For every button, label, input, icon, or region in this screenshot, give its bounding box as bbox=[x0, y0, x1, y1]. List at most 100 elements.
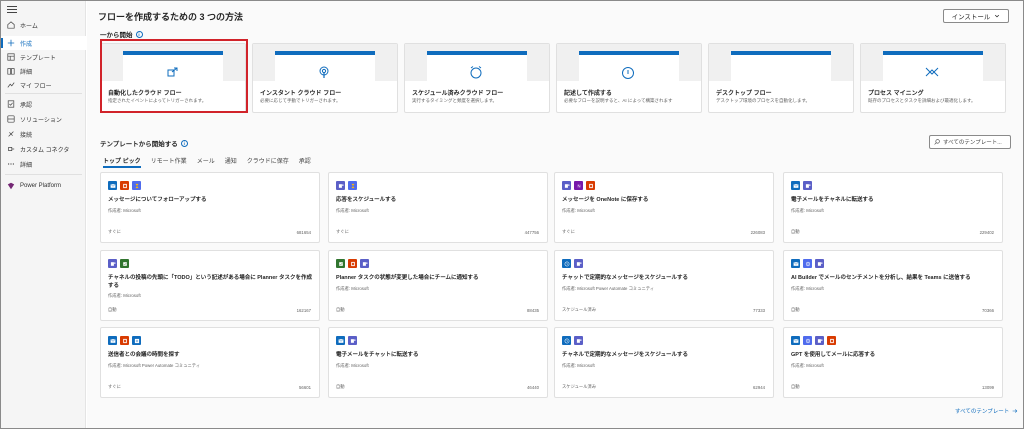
template-card[interactable]: N メッセージを OneNote に保存する 作成者: Microsoft すぐに 22… bbox=[554, 172, 774, 243]
flow-card-illustration bbox=[405, 44, 549, 83]
template-title: Planner タスクの状態が変更した場合にチームに通知する bbox=[336, 275, 479, 281]
sidebar-item-5[interactable]: 承認 bbox=[1, 97, 86, 111]
info-icon[interactable]: i bbox=[180, 139, 188, 147]
connector-icons bbox=[336, 336, 357, 345]
sidebar-item-8[interactable]: カスタム コネクタ bbox=[1, 142, 86, 156]
sidebar-item-6[interactable]: ソリューション bbox=[1, 112, 86, 126]
flow-type-card[interactable]: デスクトップ フロー デスクトップ環境のプロセスを自動化します。 bbox=[708, 43, 854, 113]
plus-icon bbox=[7, 39, 15, 47]
template-card[interactable]: AI Builder でメールのセンチメントを分析し、結果を Teams に送信… bbox=[783, 250, 1003, 321]
sidebar-item-label: 詳細 bbox=[20, 69, 33, 76]
template-trigger-type: 自動 bbox=[336, 384, 345, 389]
hourglass-icon bbox=[132, 181, 141, 190]
template-author: 作成者: Microsoft bbox=[336, 208, 369, 213]
sidebar-item-7[interactable]: 接続 bbox=[1, 127, 86, 141]
see-all-templates-link[interactable]: すべてのテンプレート bbox=[955, 407, 1018, 415]
template-usage-count: 681654 bbox=[296, 230, 311, 235]
template-card[interactable]: チャットで定期的なメッセージをスケジュールする 作成者: Microsoft Po… bbox=[554, 250, 774, 321]
template-title: 応答をスケジュールする bbox=[336, 197, 397, 203]
info-icon[interactable]: i bbox=[135, 30, 143, 38]
sidebar-item-2[interactable]: テンプレート bbox=[1, 50, 86, 64]
template-search-box[interactable]: すべてのテンプレート... bbox=[929, 135, 1011, 149]
outlook-icon bbox=[791, 259, 800, 268]
approval-icon bbox=[7, 100, 15, 108]
template-author: 作成者: Microsoft Power Automate コミュニティ bbox=[562, 286, 655, 291]
tab-5[interactable]: 承認 bbox=[299, 156, 311, 168]
flow-card-illustration bbox=[557, 44, 701, 83]
sidebar-item-label: ホーム bbox=[20, 23, 38, 30]
template-author: 作成者: Microsoft bbox=[336, 363, 369, 368]
template-icon bbox=[7, 53, 15, 61]
flow-card-illustration bbox=[709, 44, 853, 83]
template-title: チャットで定期的なメッセージをスケジュールする bbox=[562, 275, 688, 281]
outlook-icon bbox=[108, 181, 117, 190]
book-icon bbox=[7, 67, 15, 75]
tab-0[interactable]: トップ ピック bbox=[103, 156, 141, 168]
flow-card-description: 実行するタイミングと頻度を選択します。 bbox=[412, 98, 498, 103]
template-title: AI Builder でメールのセンチメントを分析し、結果を Teams に送信… bbox=[791, 275, 971, 281]
template-usage-count: 56601 bbox=[299, 385, 311, 390]
template-card[interactable]: 電子メールをチャットに転送する 作成者: Microsoft 自動 46440 bbox=[328, 327, 548, 398]
search-placeholder: すべてのテンプレート... bbox=[943, 140, 1002, 146]
connector-icon bbox=[7, 145, 15, 153]
install-button[interactable]: インストール bbox=[943, 9, 1009, 23]
template-author: 作成者: Microsoft bbox=[108, 293, 141, 298]
flow-type-card[interactable]: 記述して作成する 必要なフローを説明すると、AI によって構築されます bbox=[556, 43, 702, 113]
flow-card-title: スケジュール済みクラウド フロー bbox=[412, 91, 504, 97]
flow-type-card[interactable]: プロセス マイニング 既存のプロセスとタスクを詳細および最適化します。 bbox=[860, 43, 1006, 113]
template-trigger-type: すぐに bbox=[108, 384, 121, 389]
sidebar-item-0[interactable]: ホーム bbox=[1, 18, 86, 32]
flow-type-card[interactable]: スケジュール済みクラウド フロー 実行するタイミングと頻度を選択します。 bbox=[404, 43, 550, 113]
office-icon bbox=[120, 336, 129, 345]
template-card[interactable]: チャネルで定期的なメッセージをスケジュールする 作成者: Microsoft スケジ… bbox=[554, 327, 774, 398]
sidebar-item-1[interactable]: 作成 bbox=[1, 36, 86, 50]
template-card[interactable]: 送信者との会議の時間を探す 作成者: Microsoft Power Automa… bbox=[100, 327, 320, 398]
sidebar-item-9[interactable]: 詳細 bbox=[1, 157, 86, 171]
sidebar-item-label: Power Platform bbox=[20, 183, 62, 189]
alarm-icon bbox=[470, 66, 482, 79]
connector-icons bbox=[791, 181, 812, 190]
template-card[interactable]: 応答をスケジュールする 作成者: Microsoft すぐに 447756 bbox=[328, 172, 548, 243]
template-author: 作成者: Microsoft bbox=[336, 286, 369, 291]
office-icon bbox=[827, 336, 836, 345]
tab-1[interactable]: リモート作業 bbox=[151, 156, 187, 168]
connector-icons bbox=[791, 259, 824, 268]
template-trigger-type: すぐに bbox=[336, 229, 349, 234]
template-trigger-type: 自動 bbox=[791, 384, 800, 389]
template-trigger-type: スケジュール済み bbox=[562, 307, 597, 312]
teams-icon bbox=[336, 181, 345, 190]
tab-4[interactable]: クラウドに保存 bbox=[247, 156, 289, 168]
template-card[interactable]: メッセージについてフォローアップする 作成者: Microsoft すぐに 68165… bbox=[100, 172, 320, 243]
template-tabs: トップ ピック リモート作業 メール 通知 クラウドに保存 承認 bbox=[103, 156, 311, 168]
connector-icons bbox=[336, 181, 357, 190]
template-author: 作成者: Microsoft bbox=[108, 208, 141, 213]
flow-type-card[interactable]: インスタント クラウド フロー 必要に応じて手動でトリガーされます。 bbox=[252, 43, 398, 113]
sidebar-item-3[interactable]: 詳細 bbox=[1, 64, 86, 78]
template-card[interactable]: GPT を使用してメールに応答する 作成者: Microsoft 自動 13099 bbox=[783, 327, 1003, 398]
template-author: 作成者: Microsoft bbox=[562, 363, 595, 368]
template-card[interactable]: チャネルの投稿の先頭に「TODO」という記述がある場合に Planner タスク… bbox=[100, 250, 320, 321]
flow-card-description: 必要に応じて手動でトリガーされます。 bbox=[260, 98, 341, 103]
highlight-box bbox=[100, 39, 248, 113]
sidebar-item-label: カスタム コネクタ bbox=[20, 147, 70, 154]
tab-2[interactable]: メール bbox=[197, 156, 215, 168]
planner-icon bbox=[336, 259, 345, 268]
template-card[interactable]: 電子メールをチャネルに転送する 作成者: Microsoft 自動 229402 bbox=[783, 172, 1003, 243]
teams-icon bbox=[360, 259, 369, 268]
ai-icon bbox=[622, 67, 634, 79]
template-card[interactable]: Planner タスクの状態が変更した場合にチームに通知する 作成者: Micro… bbox=[328, 250, 548, 321]
template-usage-count: 46440 bbox=[527, 385, 539, 390]
flow-card-title: インスタント クラウド フロー bbox=[260, 91, 342, 97]
start-section-label: 一から開始 bbox=[100, 32, 133, 39]
template-trigger-type: 自動 bbox=[791, 229, 800, 234]
tab-3[interactable]: 通知 bbox=[225, 156, 237, 168]
flow-card-description: デスクトップ環境のプロセスを自動化します。 bbox=[716, 98, 811, 103]
hamburger-icon[interactable] bbox=[7, 6, 17, 15]
svg-text:N: N bbox=[577, 183, 580, 188]
template-author: 作成者: Microsoft bbox=[562, 208, 595, 213]
sidebar-item-10[interactable]: Power Platform bbox=[1, 179, 86, 193]
template-author: 作成者: Microsoft Power Automate コミュニティ bbox=[108, 363, 201, 368]
ai-builder-icon bbox=[803, 336, 812, 345]
template-trigger-type: 自動 bbox=[108, 307, 117, 312]
sidebar-item-4[interactable]: マイ フロー bbox=[1, 78, 86, 92]
